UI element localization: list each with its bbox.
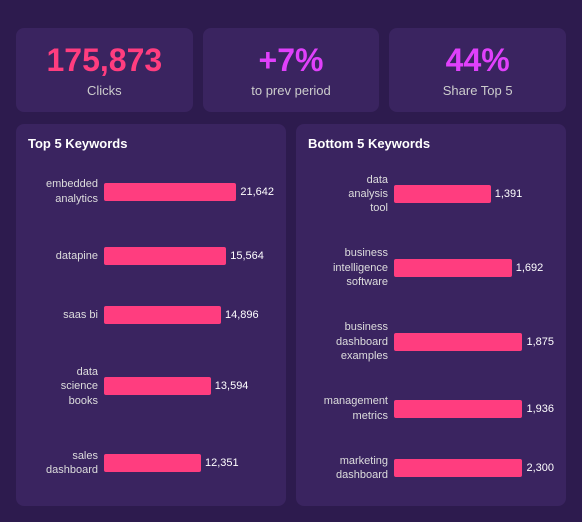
bottom5-bar-list: data analysis tool 1,391 business intellig… [308,161,554,494]
bar-track: 1,391 [394,185,554,203]
top5-bar-list: embedded analytics 21,642 datapine 15,564 sa… [28,161,274,494]
bar-value: 12,351 [205,457,239,469]
bar-track: 15,564 [104,247,274,265]
stat-value-prev-period: +7% [215,42,368,79]
bar-track: 1,936 [394,400,554,418]
bar-track: 21,642 [104,183,274,201]
bar-label: embedded analytics [28,177,98,206]
charts-row: Top 5 Keywords embedded analytics 21,642 d… [16,124,566,506]
bar-item: management metrics 1,936 [308,394,554,423]
bar-value: 21,642 [240,186,274,198]
bar-fill [104,377,211,395]
bar-fill [394,400,522,418]
bar-item: data science books 13,594 [28,365,274,408]
stat-value-share-top5: 44% [401,42,554,79]
bar-label: sales dashboard [28,449,98,478]
bar-track: 1,692 [394,259,554,277]
bar-item: business dashboard examples 1,875 [308,320,554,363]
bar-item: saas bi 14,896 [28,306,274,324]
bar-fill [104,306,221,324]
bar-fill [104,454,201,472]
bar-item: business intelligence software 1,692 [308,246,554,289]
bar-item: embedded analytics 21,642 [28,177,274,206]
bar-item: sales dashboard 12,351 [28,449,274,478]
bar-track: 2,300 [394,459,554,477]
stat-row: 175,873 Clicks +7% to prev period 44% Share T… [16,28,566,112]
bar-value: 1,875 [526,336,554,348]
bar-item: marketing dashboard 2,300 [308,454,554,483]
bar-value: 1,692 [516,262,544,274]
stat-label-clicks: Clicks [28,83,181,98]
bar-track: 13,594 [104,377,274,395]
bar-fill [104,183,236,201]
bar-item: data analysis tool 1,391 [308,173,554,216]
bar-value: 1,391 [495,188,523,200]
bottom5-title: Bottom 5 Keywords [308,136,554,151]
bar-track: 14,896 [104,306,274,324]
bar-label: data analysis tool [308,173,388,216]
bottom5-panel: Bottom 5 Keywords data analysis tool 1,39… [296,124,566,506]
stat-card-prev-period: +7% to prev period [203,28,380,112]
bar-value: 14,896 [225,309,259,321]
stat-label-share-top5: Share Top 5 [401,83,554,98]
stat-label-prev-period: to prev period [215,83,368,98]
bar-fill [104,247,226,265]
bar-item: datapine 15,564 [28,247,274,265]
bar-label: business dashboard examples [308,320,388,363]
top5-panel: Top 5 Keywords embedded analytics 21,642 d… [16,124,286,506]
bar-label: marketing dashboard [308,454,388,483]
bar-fill [394,185,491,203]
bar-label: business intelligence software [308,246,388,289]
stat-card-clicks: 175,873 Clicks [16,28,193,112]
bar-value: 15,564 [230,250,264,262]
top5-title: Top 5 Keywords [28,136,274,151]
bar-label: datapine [28,249,98,263]
bar-fill [394,459,522,477]
bar-label: management metrics [308,394,388,423]
bar-value: 13,594 [215,380,249,392]
bar-fill [394,259,512,277]
bar-label: data science books [28,365,98,408]
bar-label: saas bi [28,308,98,322]
dashboard-container: 175,873 Clicks +7% to prev period 44% Share T… [0,0,582,522]
bar-track: 12,351 [104,454,274,472]
bar-track: 1,875 [394,333,554,351]
bar-fill [394,333,522,351]
bar-value: 1,936 [526,403,554,415]
stat-card-share-top5: 44% Share Top 5 [389,28,566,112]
stat-value-clicks: 175,873 [28,42,181,79]
bar-value: 2,300 [526,462,554,474]
